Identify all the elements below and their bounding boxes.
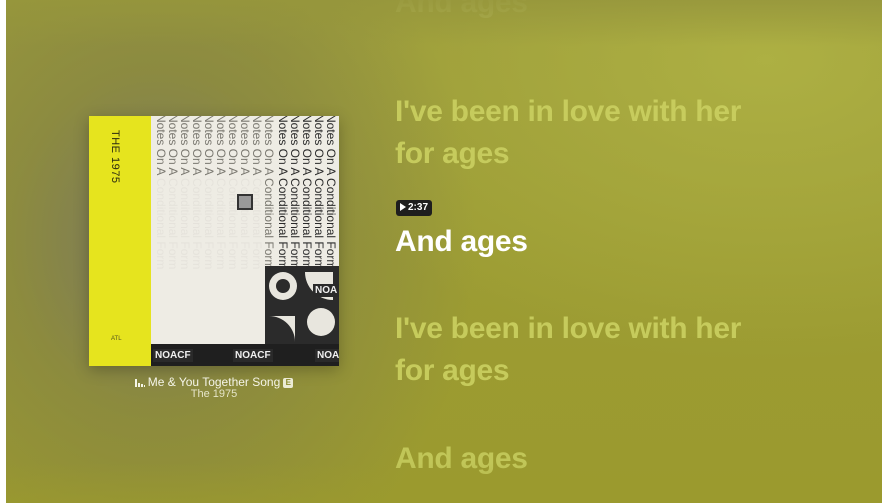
playing-equalizer-icon xyxy=(134,379,145,388)
artist-name[interactable]: The 1975 xyxy=(89,388,339,400)
lyric-line[interactable]: And ages xyxy=(395,438,528,480)
lyric-timestamp-badge[interactable]: 2:37 xyxy=(396,200,433,216)
lyrics-screen: THE 1975 ATL Notes On A Conditional Form… xyxy=(6,0,882,503)
play-icon xyxy=(400,203,406,211)
lyric-line[interactable]: I've been in love with her xyxy=(395,91,741,133)
lyric-line[interactable]: And ages xyxy=(395,0,528,26)
album-art-yellow-band: THE 1975 ATL xyxy=(89,116,151,366)
album-art-glyph-icon xyxy=(237,194,253,210)
album-art-label: NOACF xyxy=(233,349,273,362)
song-title: Me & You Together Song xyxy=(147,375,281,389)
album-art-label: NOA xyxy=(315,349,339,362)
album-art-label: NOACF xyxy=(153,349,193,362)
lyric-line[interactable]: for ages xyxy=(395,133,510,175)
album-art-bottom-strip: NOACF NOACF NOA xyxy=(151,344,339,366)
album-art-small-mark: ATL xyxy=(111,336,122,342)
explicit-badge: E xyxy=(283,377,294,388)
lyric-line-current[interactable]: And ages xyxy=(395,221,528,263)
album-art-pattern xyxy=(265,266,339,346)
lyric-timestamp: 2:37 xyxy=(408,202,429,213)
album-art-title-column: Notes On A Conditional Form xyxy=(324,116,338,270)
lyric-line[interactable]: I've been in love with her xyxy=(395,308,741,350)
album-art-side-label: NOA xyxy=(313,284,339,297)
album-artwork[interactable]: THE 1975 ATL Notes On A Conditional Form… xyxy=(89,116,339,366)
album-art-band-name: THE 1975 xyxy=(109,130,121,184)
lyric-line[interactable]: for ages xyxy=(395,350,510,392)
song-title-row[interactable]: Me & You Together Song E xyxy=(89,375,339,389)
